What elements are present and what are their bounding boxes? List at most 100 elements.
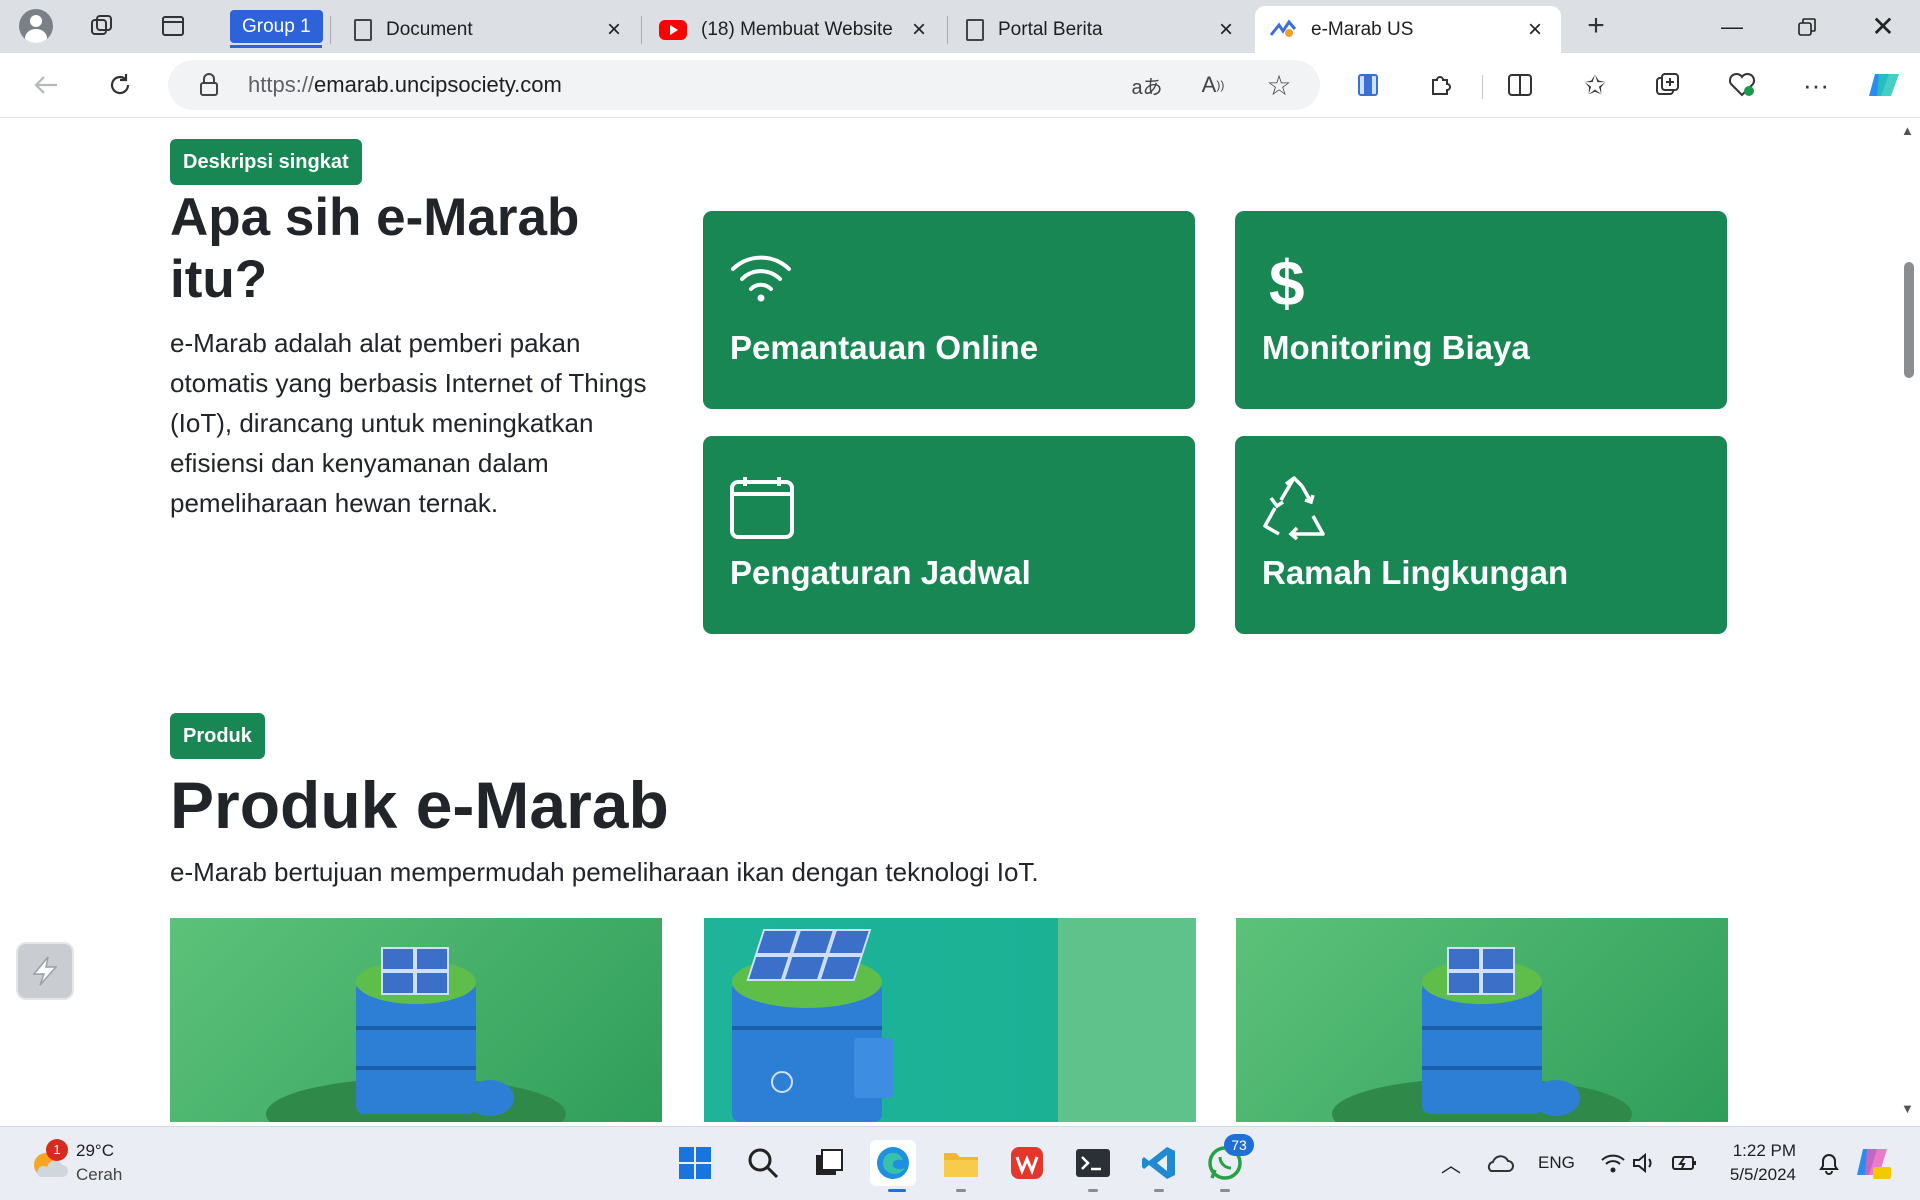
clock-time[interactable]: 1:22 PM: [1730, 1141, 1796, 1161]
wps-icon: [1011, 1147, 1043, 1179]
whatsapp-indicator: [1220, 1189, 1230, 1192]
collections-icon[interactable]: [1348, 65, 1388, 105]
new-tab-button[interactable]: +: [1578, 8, 1614, 44]
about-description: e-Marab adalah alat pemberi pakan otomat…: [170, 328, 647, 518]
browser-essentials-icon[interactable]: [1722, 65, 1762, 105]
whatsapp-badge: 73: [1224, 1134, 1254, 1156]
start-button[interactable]: [672, 1140, 718, 1186]
favorite-star-icon[interactable]: ☆: [1262, 68, 1296, 102]
products-subtitle: e-Marab bertujuan mempermudah pemelihara…: [170, 857, 1039, 887]
close-icon[interactable]: ×: [1214, 16, 1238, 44]
terminal-button[interactable]: [1070, 1140, 1116, 1186]
restore-button[interactable]: [1772, 0, 1842, 53]
battery-charging-icon: [1672, 1156, 1696, 1170]
back-icon[interactable]: [26, 65, 66, 105]
document-icon: [354, 18, 372, 41]
speaker-icon: [1633, 1152, 1652, 1174]
tab-actions-icon[interactable]: [155, 8, 191, 44]
address-bar[interactable]: https://emarab.uncipsociety.com aあ A)) ☆: [168, 60, 1320, 110]
translate-icon[interactable]: aあ: [1130, 68, 1164, 102]
calendar-icon: [729, 476, 799, 540]
show-hidden-icons-button[interactable]: ︿: [1428, 1140, 1474, 1186]
scroll-up-arrow-icon[interactable]: ▲: [1901, 123, 1914, 138]
workspaces-icon[interactable]: [84, 8, 120, 44]
url-text[interactable]: https://emarab.uncipsociety.com: [248, 72, 562, 98]
feature-label: Pengaturan Jadwal: [730, 554, 1031, 591]
tab-title: Portal Berita: [998, 18, 1103, 40]
notification-bell-icon: [1819, 1154, 1839, 1175]
tab-document[interactable]: Document ×: [340, 6, 640, 53]
favorites-icon[interactable]: ✩: [1575, 65, 1615, 105]
chevron-up-icon: ︿: [1441, 1154, 1461, 1177]
tab-portal-berita[interactable]: Portal Berita ×: [952, 6, 1252, 53]
split-screen-icon[interactable]: [1500, 65, 1540, 105]
scrollbar-thumb[interactable]: [1904, 262, 1914, 378]
page-scrollbar[interactable]: ▲ ▼: [1896, 119, 1920, 1122]
collections-add-icon[interactable]: [1648, 65, 1688, 105]
read-aloud-icon[interactable]: A)): [1196, 68, 1230, 102]
feature-label: Ramah Lingkungan: [1262, 554, 1569, 591]
minimize-button[interactable]: —: [1697, 0, 1767, 53]
vscode-indicator: [1154, 1189, 1164, 1192]
battery-button[interactable]: [1662, 1140, 1708, 1186]
terminal-icon: [1076, 1149, 1110, 1177]
tab-group-label[interactable]: Group 1: [230, 10, 323, 43]
close-window-button[interactable]: ✕: [1848, 0, 1918, 53]
clock-date[interactable]: 5/5/2024: [1718, 1165, 1796, 1185]
about-badge: Deskripsi singkat: [170, 139, 362, 185]
profile-button[interactable]: [18, 8, 54, 44]
edge-taskbar-button[interactable]: [870, 1140, 916, 1186]
more-options-icon[interactable]: ···: [1796, 65, 1836, 105]
wps-office-button[interactable]: [1004, 1140, 1050, 1186]
products-badge: Produk: [170, 713, 265, 759]
extensions-icon[interactable]: [1420, 65, 1460, 105]
close-icon[interactable]: ×: [602, 16, 626, 44]
task-view-icon: [816, 1149, 843, 1175]
feature-card-pemantauan-online: Pemantauan Online: [703, 211, 1195, 409]
product-image-2[interactable]: [704, 918, 1196, 1122]
weather-desc: Cerah: [76, 1165, 123, 1184]
search-icon: [748, 1148, 779, 1179]
copilot-icon[interactable]: [1864, 65, 1904, 105]
browser-toolbar: https://emarab.uncipsociety.com aあ A)) ☆…: [0, 53, 1920, 118]
edge-icon: [877, 1147, 909, 1179]
floating-widget-button[interactable]: [16, 942, 74, 1000]
youtube-icon: [659, 19, 687, 40]
feature-label: Pemantauan Online: [730, 329, 1039, 366]
tab-emarab[interactable]: e-Marab US ×: [1255, 6, 1561, 53]
close-icon[interactable]: ×: [1523, 16, 1547, 44]
site-favicon: [1269, 19, 1297, 37]
lock-icon[interactable]: [192, 68, 226, 102]
edge-active-indicator: [888, 1189, 906, 1192]
terminal-indicator: [1088, 1189, 1098, 1192]
avatar: [19, 9, 53, 43]
tab-separator: [330, 16, 331, 44]
copilot-pre-icon: [1857, 1149, 1891, 1179]
toolbar-separator: [1482, 75, 1483, 99]
refresh-icon[interactable]: [100, 65, 140, 105]
language-indicator[interactable]: ENG: [1538, 1153, 1575, 1173]
weather-widget[interactable]: 1: [28, 1139, 68, 1183]
tab-youtube[interactable]: (18) Membuat Website ×: [645, 6, 945, 53]
tab-strip: Group 1 Document × (18) Membuat Website …: [0, 0, 1920, 53]
notifications-button[interactable]: [1806, 1140, 1852, 1186]
task-view-button[interactable]: [806, 1140, 852, 1186]
copilot-taskbar-button[interactable]: [1850, 1140, 1896, 1186]
lightning-icon: [32, 956, 58, 986]
taskbar: 1 29°C Cerah 73 ︿ ENG 1:22 PM 5/5/2024: [0, 1126, 1920, 1200]
cloud-icon: [1487, 1155, 1514, 1172]
search-button[interactable]: [740, 1140, 786, 1186]
onedrive-button[interactable]: [1476, 1140, 1522, 1186]
product-image-1[interactable]: [170, 918, 662, 1122]
folder-icon: [944, 1153, 978, 1177]
scroll-down-arrow-icon[interactable]: ▼: [1901, 1101, 1914, 1116]
recycle-icon: [1261, 476, 1331, 541]
vscode-button[interactable]: [1136, 1140, 1182, 1186]
file-explorer-button[interactable]: [938, 1140, 984, 1186]
feature-card-monitoring-biaya: $ Monitoring Biaya: [1235, 211, 1727, 409]
feature-card-ramah-lingkungan: Ramah Lingkungan: [1235, 436, 1727, 634]
product-image-3[interactable]: [1236, 918, 1728, 1122]
close-icon[interactable]: ×: [907, 16, 931, 44]
whatsapp-button[interactable]: 73: [1202, 1134, 1254, 1186]
tab-title: e-Marab US: [1311, 18, 1414, 40]
